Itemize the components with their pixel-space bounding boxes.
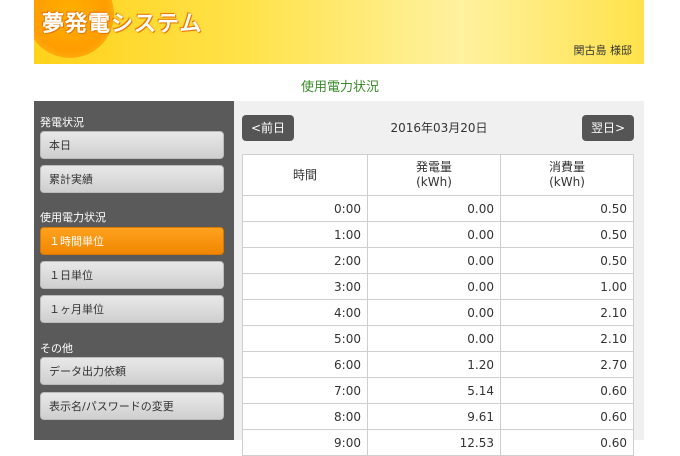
cell-time: 9:00 (242, 429, 368, 456)
sidebar-item-hourly[interactable]: １時間単位 (40, 227, 224, 255)
cell-consumption: 0.50 (500, 221, 634, 248)
sidebar-section-other: その他 (40, 342, 73, 355)
cell-time: 2:00 (242, 247, 368, 274)
table-header-row: 時間 発電量 (kWh) 消費量 (kWh) (242, 154, 634, 196)
table-row: 3:00 0.00 1.00 (242, 273, 634, 300)
table-row: 5:00 0.00 2.10 (242, 325, 634, 352)
cell-consumption: 0.60 (500, 403, 634, 430)
cell-generation: 0.00 (367, 221, 501, 248)
user-name: 関古島 様邸 (573, 44, 633, 57)
cell-generation: 0.00 (367, 299, 501, 326)
sidebar-item-daily[interactable]: １日単位 (40, 261, 224, 289)
sidebar-item-change-password[interactable]: 表示名/パスワードの変更 (40, 392, 224, 420)
sidebar-item-today[interactable]: 本日 (40, 131, 224, 159)
table-row: 4:00 0.00 2.10 (242, 299, 634, 326)
prev-day-button[interactable]: <前日 (242, 115, 294, 141)
sidebar: 発電状況 本日 累計実績 使用電力状況 １時間単位 １日単位 １ヶ月単位 その他… (34, 101, 234, 440)
cell-time: 4:00 (242, 299, 368, 326)
main-content: 2016年03月20日 <前日 翌日> 時間 発電量 (kWh) 消費量 (kWh)… (234, 101, 644, 456)
cell-time: 8:00 (242, 403, 368, 430)
cell-consumption: 2.10 (500, 325, 634, 352)
page-title: 使用電力状況 (300, 80, 379, 95)
cell-generation: 5.14 (367, 377, 501, 404)
sidebar-item-cumulative[interactable]: 累計実績 (40, 165, 224, 193)
sidebar-item-data-export[interactable]: データ出力依頼 (40, 357, 224, 385)
cell-consumption: 0.50 (500, 195, 634, 222)
table-row: 6:00 1.20 2.70 (242, 351, 634, 378)
cell-consumption: 2.10 (500, 299, 634, 326)
usage-table: 時間 発電量 (kWh) 消費量 (kWh) 0:00 0.00 0.50 1:00 0.… (242, 154, 634, 456)
cell-generation: 0.00 (367, 273, 501, 300)
cell-consumption: 1.00 (500, 273, 634, 300)
table-row: 0:00 0.00 0.50 (242, 195, 634, 222)
cell-time: 7:00 (242, 377, 368, 404)
next-day-button[interactable]: 翌日> (582, 115, 634, 141)
cell-generation: 12.53 (367, 429, 501, 456)
cell-consumption: 2.70 (500, 351, 634, 378)
table-row: 1:00 0.00 0.50 (242, 221, 634, 248)
header-consumption: 消費量 (kWh) (500, 154, 634, 196)
cell-generation: 0.00 (367, 195, 501, 222)
cell-generation: 1.20 (367, 351, 501, 378)
app-logo[interactable]: 夢発電システム (42, 6, 202, 38)
sidebar-section-power-usage: 使用電力状況 (40, 211, 106, 224)
table-row: 2:00 0.00 0.50 (242, 247, 634, 274)
cell-consumption: 0.50 (500, 247, 634, 274)
cell-generation: 0.00 (367, 325, 501, 352)
table-row: 9:00 12.53 0.60 (242, 429, 634, 456)
cell-time: 1:00 (242, 221, 368, 248)
cell-generation: 0.00 (367, 247, 501, 274)
header-time: 時間 (242, 154, 368, 196)
header-banner: 夢発電システム 関古島 様邸 (34, 0, 644, 64)
cell-time: 5:00 (242, 325, 368, 352)
table-row: 8:00 9.61 0.60 (242, 403, 634, 430)
cell-consumption: 0.60 (500, 377, 634, 404)
table-row: 7:00 5.14 0.60 (242, 377, 634, 404)
cell-generation: 9.61 (367, 403, 501, 430)
header-generation: 発電量 (kWh) (367, 154, 501, 196)
cell-consumption: 0.60 (500, 429, 634, 456)
cell-time: 3:00 (242, 273, 368, 300)
sidebar-section-power-generation: 発電状況 (40, 116, 84, 129)
cell-time: 6:00 (242, 351, 368, 378)
cell-time: 0:00 (242, 195, 368, 222)
sidebar-item-monthly[interactable]: １ヶ月単位 (40, 295, 224, 323)
